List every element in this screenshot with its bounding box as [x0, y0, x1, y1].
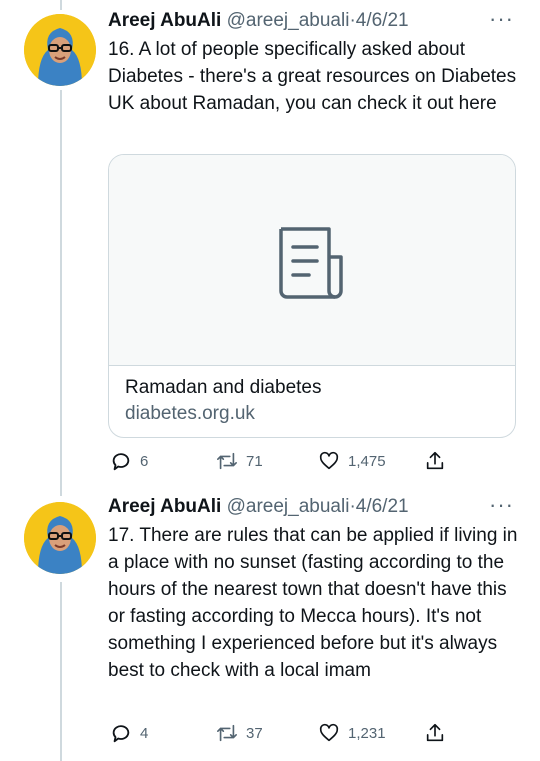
heart-icon — [319, 451, 339, 470]
share-icon — [426, 451, 444, 470]
heart-icon — [319, 723, 339, 742]
card-title: Ramadan and diabetes — [125, 377, 322, 398]
author-handle[interactable]: @areej_abuali — [227, 10, 350, 31]
tweet-date[interactable]: 4/6/21 — [356, 10, 409, 31]
share-button[interactable] — [424, 722, 454, 744]
retweet-button[interactable]: 71 — [216, 450, 263, 472]
retweet-count: 37 — [246, 724, 263, 742]
retweet-icon — [217, 724, 237, 742]
retweet-button[interactable]: 37 — [216, 722, 263, 744]
tweet-actions: 6 71 1,475 — [108, 450, 508, 476]
reply-count: 4 — [140, 724, 149, 742]
tweet-text: 16. A lot of people specifically asked a… — [108, 39, 517, 114]
author-name[interactable]: Areej AbuAli — [108, 496, 221, 517]
document-icon — [279, 227, 343, 299]
reply-button[interactable]: 4 — [110, 722, 148, 744]
reply-count: 6 — [140, 452, 149, 470]
like-button[interactable]: 1,475 — [318, 450, 386, 472]
retweet-icon — [217, 452, 237, 470]
like-button[interactable]: 1,231 — [318, 722, 386, 744]
thread-line-top — [60, 0, 62, 10]
author-handle[interactable]: @areej_abuali — [227, 496, 350, 517]
reply-button[interactable]: 6 — [110, 450, 148, 472]
link-card[interactable]: Ramadan and diabetes diabetes.org.uk — [108, 154, 516, 438]
share-button[interactable] — [424, 450, 454, 472]
tweet-actions: 4 37 1,231 — [108, 722, 508, 748]
retweet-count: 71 — [246, 452, 263, 470]
avatar[interactable] — [24, 14, 96, 86]
avatar[interactable] — [24, 502, 96, 574]
tweet-text: 17. There are rules that can be applied … — [108, 525, 518, 681]
like-count: 1,475 — [348, 452, 386, 470]
tweet-17[interactable]: Areej AbuAli @areej_abuali·4/6/21 ··· 17… — [0, 492, 540, 761]
card-media — [109, 155, 515, 366]
author-name[interactable]: Areej AbuAli — [108, 10, 221, 31]
reply-icon — [112, 725, 130, 743]
reply-icon — [112, 453, 130, 471]
more-options-icon[interactable]: ··· — [489, 6, 514, 32]
more-options-icon[interactable]: ··· — [489, 492, 514, 518]
tweet-16[interactable]: Areej AbuAli @areej_abuali·4/6/21 ··· 16… — [0, 6, 540, 480]
like-count: 1,231 — [348, 724, 386, 742]
card-domain: diabetes.org.uk — [125, 403, 255, 424]
share-icon — [426, 723, 444, 742]
tweet-date[interactable]: 4/6/21 — [356, 496, 409, 517]
